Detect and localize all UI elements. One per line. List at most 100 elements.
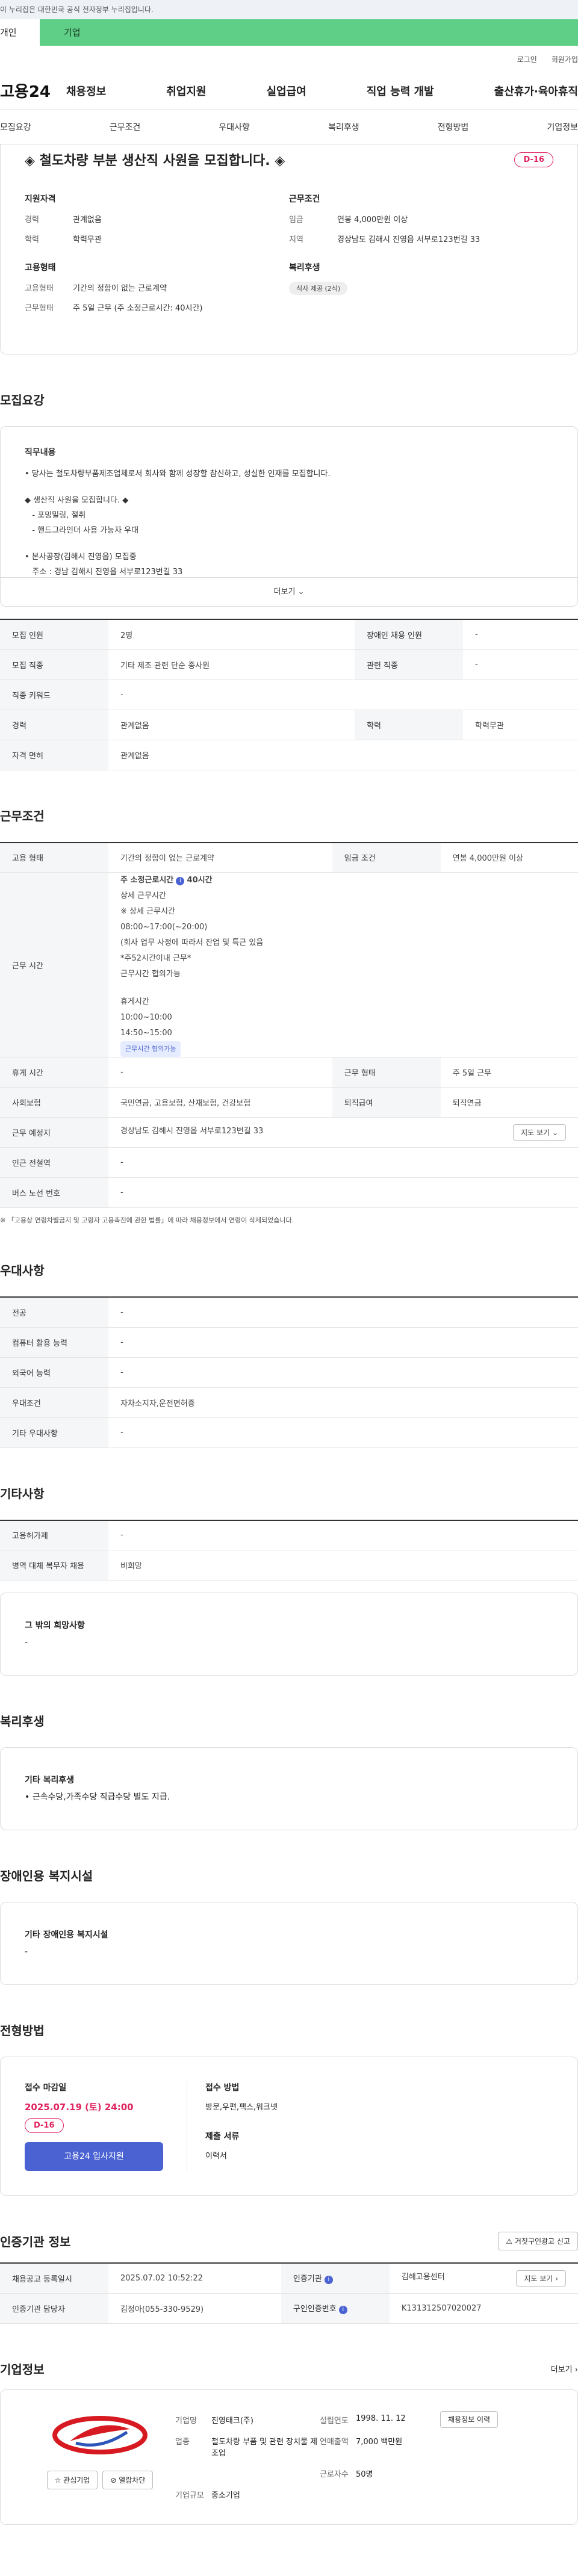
gnb-item-support[interactable]: 취업지원	[166, 83, 206, 99]
gnb-item-leave[interactable]: 출산휴가·육아휴직	[494, 83, 578, 99]
work-time-line: (회사 업무 사정에 따라서 잔업 및 특근 있음	[120, 938, 264, 947]
job-id-value: K131312507020027	[389, 2293, 578, 2324]
disabled-box-title: 기타 장애인용 복지시설	[25, 1930, 108, 1940]
row-value: 기타 제조 관련 단순 종사원	[108, 649, 355, 680]
deadline-value: 2025.07.19 (토) 24:00	[25, 2102, 134, 2113]
work-time-line: *주52시간이내 근무*	[120, 954, 191, 963]
report-button-label: 거짓구인광고 신고	[514, 2237, 570, 2246]
report-button[interactable]: ⚠ 거짓구인광고 신고	[498, 2232, 578, 2250]
chevron-right-icon: ›	[555, 2274, 558, 2283]
global-nav: 고용24 채용정보 취업지원 실업급여 직업 능력 개발 출산휴가·육아휴직	[0, 72, 578, 110]
duty-line: • 본사공장(김해시 진영읍) 모집중	[25, 553, 137, 562]
anchor-pref[interactable]: 우대사항	[219, 121, 250, 133]
row-value: 주 5일 근무	[440, 1057, 578, 1088]
company-name-value: 진영태크(주)	[211, 2416, 253, 2426]
map-button[interactable]: 지도 보기 ⌄	[513, 1124, 566, 1141]
agency-table: 채용공고 등록일시 2025.07.02 10:52:22 인증기관 i 김해고…	[0, 2262, 578, 2324]
anchor-recruit[interactable]: 모집요강	[0, 121, 31, 133]
condition-heading: 근무조건	[289, 194, 320, 204]
bus-value: -	[108, 1177, 578, 1208]
gnb-item-jobs[interactable]: 채용정보	[66, 83, 106, 99]
company-more-link[interactable]: 더보기 ›	[551, 2363, 578, 2374]
row-value: 학력무관	[462, 710, 578, 740]
region-value: 경상남도 김해시 진영읍 서부로123번길 33	[337, 235, 480, 244]
block-company-button[interactable]: ⊘ 열람차단	[102, 2470, 154, 2489]
row-label: 고용허가제	[0, 1520, 108, 1550]
dday-badge: D-16	[514, 152, 553, 167]
duty-title: 직무내용	[25, 448, 56, 457]
gnb-item-training[interactable]: 직업 능력 개발	[367, 83, 434, 99]
work-time-line: 상세 근무시간	[120, 891, 166, 900]
etc-heading: 기타사항	[0, 1486, 45, 1501]
row-label: 모집 인원	[0, 619, 108, 650]
company-box: ☆ 관심기업 ⊘ 열람차단 기업명 진영태크(주) 설립연도 1998. 11.…	[0, 2389, 578, 2525]
duty-line: 주소 : 경남 김해시 진영읍 서부로123번길 33	[25, 568, 183, 577]
signup-link[interactable]: 회원가입	[552, 54, 578, 64]
login-link[interactable]: 로그인	[517, 54, 537, 64]
table-row: 외국어 능력 -	[0, 1357, 578, 1388]
anchor-process[interactable]: 전형방법	[438, 121, 469, 133]
table-row: 경력 관계없음 학력 학력무관	[0, 710, 578, 740]
docs-title: 제출 서류	[205, 2132, 240, 2141]
disabled-box-value: -	[25, 1947, 28, 1957]
row-value: -	[108, 1520, 578, 1550]
wage-label: 임금	[289, 215, 303, 224]
duty-line: • 당사는 철도차량부품제조업체로서 회사와 함께 성장할 참신하고, 성실한 …	[25, 469, 331, 478]
benefit-box-value: • 근속수당,가족수당 직급수당 별도 지급.	[25, 1792, 170, 1802]
deadline-title: 접수 마감일	[25, 2083, 67, 2093]
org-value: 김해고용센터	[401, 2272, 445, 2282]
info-icon[interactable]: i	[338, 2306, 347, 2314]
sales-value: 7,000 백만원	[356, 2437, 403, 2447]
gnb-item-unemployment[interactable]: 실업급여	[267, 83, 306, 99]
tab-personal[interactable]: 개인	[0, 19, 40, 46]
benefit-heading: 복리후생	[0, 1714, 45, 1729]
row-value: -	[462, 619, 578, 650]
info-icon[interactable]: i	[176, 877, 185, 885]
row-value: -	[108, 1417, 578, 1448]
anchor-company[interactable]: 기업정보	[547, 121, 578, 133]
recruit-history-button[interactable]: 채용정보 이력	[440, 2410, 499, 2428]
wage-value: 연봉 4,000만원 이상	[337, 215, 408, 224]
work-time-line: 14:50~15:00	[120, 1029, 172, 1038]
company-more-label: 더보기	[550, 2365, 573, 2374]
process-box: 접수 마감일 2025.07.19 (토) 24:00 D-16 고용24 입사…	[0, 2057, 578, 2196]
employment-heading: 고용형태	[25, 263, 56, 273]
chevron-down-icon: ⌄	[297, 587, 305, 596]
row-label: 우대조건	[0, 1387, 108, 1418]
apply-button[interactable]: 고용24 입사지원	[25, 2142, 163, 2171]
table-row: 자격 면허 관계없음	[0, 740, 578, 770]
manager-label: 인증기관 담당자	[0, 2293, 108, 2324]
duty-box: 직무내용 • 당사는 철도차량부품제조업체로서 회사와 함께 성장할 참신하고,…	[0, 426, 578, 607]
disabled-heading: 장애인용 복지시설	[0, 1869, 93, 1883]
gov-bar: 이 누리집은 대한민국 공식 전자정부 누리집입니다.	[0, 0, 578, 19]
tab-company[interactable]: 기업	[40, 19, 578, 46]
pref-table: 전공 - 컴퓨터 활용 능력 - 외국어 능력 - 우대조건 자차소지자,운전면허증 기타 우대…	[0, 1296, 578, 1448]
benefit-box-title: 기타 복리후생	[25, 1776, 75, 1785]
site-logo[interactable]: 고용24	[0, 79, 66, 102]
etc-box: 그 밖의 희망사항 -	[0, 1593, 578, 1676]
duty-line: - 포밍밀링, 절취	[25, 510, 86, 520]
weekly-hours-value: 40시간	[187, 876, 213, 885]
table-row: 우대조건 자차소지자,운전면허증	[0, 1387, 578, 1418]
method-title: 접수 방법	[205, 2083, 240, 2093]
more-button[interactable]: 더보기 ⌄	[1, 577, 577, 606]
agency-map-label: 지도 보기	[524, 2274, 553, 2283]
qualification-heading: 지원자격	[25, 194, 56, 204]
process-heading: 전형방법	[0, 2023, 45, 2038]
interest-company-button[interactable]: ☆ 관심기업	[46, 2470, 98, 2489]
etc-box-value: -	[25, 1638, 28, 1647]
company-name-label: 기업명	[175, 2416, 197, 2426]
work-time-label: 근무 시간	[0, 872, 108, 1057]
work-time-line	[120, 982, 566, 994]
anchor-work[interactable]: 근무조건	[110, 121, 141, 133]
info-icon[interactable]: i	[324, 2276, 333, 2285]
work-time-line: 근무시간 협의가능	[120, 970, 181, 979]
table-row: 고용허가제 -	[0, 1520, 578, 1550]
work-form-label: 근무형태	[25, 304, 54, 313]
edu-value: 학력무관	[73, 235, 102, 244]
anchor-benefit[interactable]: 복리후생	[328, 121, 359, 133]
agency-map-button[interactable]: 지도 보기 ›	[516, 2270, 566, 2287]
duty-line	[25, 538, 553, 550]
chevron-down-icon: ⌄	[552, 1129, 558, 1137]
process-dday-badge: D-16	[25, 2118, 64, 2133]
